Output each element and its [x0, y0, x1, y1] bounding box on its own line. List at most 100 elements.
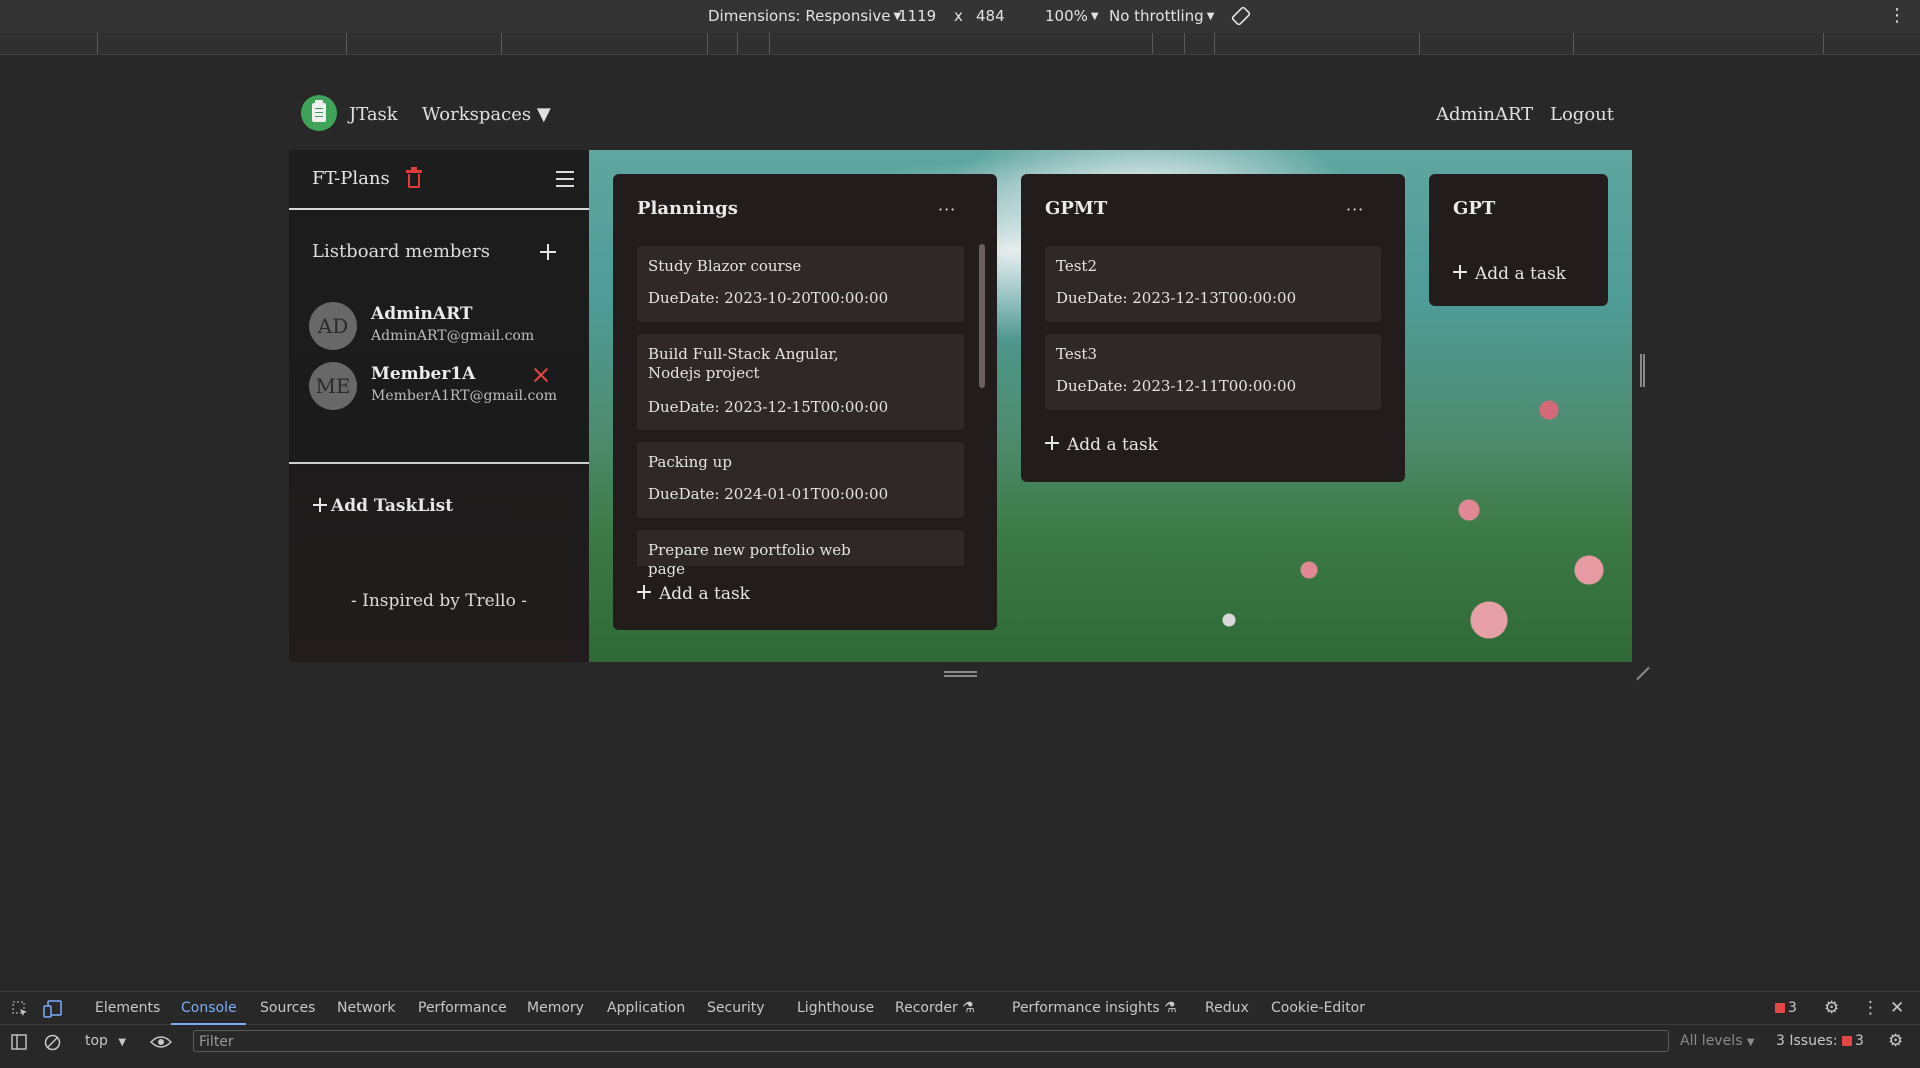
tab-recorder[interactable]: Recorder ⚗ [895, 1000, 975, 1016]
add-tasklist-button[interactable]: Add TaskList [313, 496, 453, 516]
flask-icon: ⚗ [1164, 1000, 1177, 1016]
flask-icon: ⚗ [962, 1000, 975, 1016]
device-toolbar: Dimensions: Responsive ▼ 1119 x 484 100% ▼… [0, 0, 1920, 33]
more-options-icon[interactable]: ⋮ [1862, 998, 1879, 1018]
width-input[interactable]: 1119 [898, 7, 936, 25]
chevron-down-icon: ▼ [118, 1037, 127, 1048]
tab-performance-insights-label: Performance insights [1012, 1000, 1160, 1016]
add-task-label: Add a task [1475, 264, 1566, 284]
tasklist: Plannings ··· Study Blazor course DueDat… [613, 174, 997, 630]
dimensions-dropdown[interactable]: Dimensions: Responsive ▼ [708, 7, 901, 25]
task-card[interactable]: Packing up DueDate: 2024-01-01T00:00:00 [637, 442, 964, 518]
members-heading: Listboard members [312, 241, 490, 262]
task-card[interactable]: Study Blazor course DueDate: 2023-10-20T… [637, 246, 964, 322]
task-due-date: DueDate: 2023-12-11T00:00:00 [1056, 377, 1297, 395]
tab-network[interactable]: Network [337, 1000, 395, 1016]
height-input[interactable]: 484 [976, 7, 1005, 25]
remove-member-icon[interactable] [534, 368, 548, 382]
dimensions-label: Dimensions: Responsive [708, 7, 891, 25]
brand-link[interactable]: JTask [349, 104, 398, 125]
add-task-label: Add a task [659, 584, 750, 604]
sidebar-toggle-icon[interactable] [11, 1034, 27, 1050]
member-name: AdminART [371, 304, 473, 324]
workspaces-dropdown[interactable]: Workspaces ▼ [422, 104, 551, 125]
tab-cookie-editor[interactable]: Cookie-Editor [1271, 1000, 1365, 1016]
tab-lighthouse[interactable]: Lighthouse [797, 1000, 874, 1016]
eye-icon[interactable] [150, 1035, 172, 1049]
hamburger-menu-icon[interactable] [556, 171, 574, 187]
gear-icon[interactable]: ⚙ [1824, 998, 1839, 1018]
tab-console[interactable]: Console [181, 1000, 237, 1016]
tab-memory[interactable]: Memory [527, 1000, 584, 1016]
member-name: Member1A [371, 364, 476, 384]
add-task-label: Add a task [1067, 435, 1158, 455]
context-selector[interactable]: top ▼ [85, 1033, 126, 1049]
context-label: top [85, 1033, 108, 1049]
console-settings-gear-icon[interactable]: ⚙ [1888, 1031, 1903, 1051]
add-task-button[interactable]: Add a task [1453, 264, 1566, 284]
tab-performance[interactable]: Performance [418, 1000, 507, 1016]
divider [289, 462, 589, 464]
caret-down-icon: ▼ [536, 104, 551, 125]
clipboard-logo-icon[interactable] [301, 95, 337, 131]
jtask-app: JTask Workspaces ▼ AdminART Logout FT-Pl… [289, 84, 1632, 662]
clear-console-icon[interactable] [44, 1034, 61, 1051]
tasklist-title[interactable]: Plannings [637, 198, 738, 219]
more-options-icon[interactable]: ⋮ [1888, 5, 1906, 26]
member-email: AdminART@gmail.com [371, 328, 535, 344]
resize-handle-corner[interactable] [1636, 666, 1650, 680]
rotate-icon[interactable] [1230, 5, 1252, 27]
task-due-date: DueDate: 2024-01-01T00:00:00 [648, 485, 889, 503]
username-link[interactable]: AdminART [1436, 104, 1533, 125]
task-due-date: DueDate: 2023-10-20T00:00:00 [648, 289, 889, 307]
task-title: Prepare new portfolio web page [648, 541, 851, 578]
levels-dropdown[interactable]: All levels ▼ [1680, 1033, 1755, 1049]
throttling-dropdown[interactable]: No throttling ▼ [1109, 7, 1214, 25]
task-card[interactable]: Test3 DueDate: 2023-12-11T00:00:00 [1045, 334, 1381, 410]
task-title: Test3 [1056, 345, 1097, 363]
media-query-ruler [0, 33, 1920, 55]
workspaces-label: Workspaces [422, 104, 532, 125]
trash-icon[interactable] [406, 167, 422, 188]
issue-flag-icon [1842, 1036, 1853, 1046]
levels-label: All levels [1680, 1033, 1743, 1049]
inspect-element-icon[interactable] [11, 1000, 29, 1018]
add-task-button[interactable]: Add a task [1045, 435, 1158, 455]
logout-link[interactable]: Logout [1550, 104, 1614, 125]
tab-application[interactable]: Application [607, 1000, 685, 1016]
add-member-icon[interactable] [540, 244, 556, 260]
member-item: AD AdminART AdminART@gmail.com [309, 302, 579, 352]
resize-handle-right[interactable] [1640, 354, 1645, 387]
times-label: x [954, 7, 963, 25]
tasklist-title[interactable]: GPT [1453, 198, 1495, 219]
tab-sources[interactable]: Sources [260, 1000, 315, 1016]
tab-performance-insights[interactable]: Performance insights ⚗ [1012, 1000, 1177, 1016]
member-item: ME Member1A MemberA1RT@gmail.com [309, 362, 579, 412]
tab-security[interactable]: Security [707, 1000, 765, 1016]
resize-handle-bottom[interactable] [944, 671, 977, 677]
tab-redux[interactable]: Redux [1205, 1000, 1249, 1016]
zoom-dropdown[interactable]: 100% ▼ [1045, 7, 1099, 25]
close-icon[interactable]: ✕ [1890, 998, 1904, 1018]
list-menu-icon[interactable]: ··· [938, 200, 956, 219]
task-card[interactable]: Build Full-Stack Angular, Nodejs project… [637, 334, 964, 430]
throttling-label: No throttling [1109, 7, 1204, 25]
issues-badge-top[interactable]: 3 [1775, 1000, 1797, 1016]
task-title: Packing up [648, 453, 732, 471]
devtools-tabbar: Elements Console Sources Network Perform… [0, 992, 1920, 1025]
tab-elements[interactable]: Elements [95, 1000, 160, 1016]
task-card[interactable]: Prepare new portfolio web page [637, 530, 964, 578]
device-toggle-icon[interactable] [43, 1000, 63, 1018]
list-menu-icon[interactable]: ··· [1346, 200, 1364, 219]
filter-input[interactable]: Filter [193, 1030, 1669, 1052]
task-title: Study Blazor course [648, 257, 802, 275]
list-scrollbar[interactable] [979, 244, 985, 388]
footer-credit: - Inspired by Trello - [350, 591, 527, 611]
tasklist-title[interactable]: GPMT [1045, 198, 1107, 219]
plus-icon [637, 585, 651, 599]
issues-button[interactable]: 3 Issues: 3 [1776, 1033, 1864, 1049]
add-tasklist-label: Add TaskList [331, 496, 454, 516]
add-task-button[interactable]: Add a task [637, 584, 750, 604]
task-card[interactable]: Test2 DueDate: 2023-12-13T00:00:00 [1045, 246, 1381, 322]
sidebar: FT-Plans Listboard members AD AdminART A… [289, 150, 589, 662]
